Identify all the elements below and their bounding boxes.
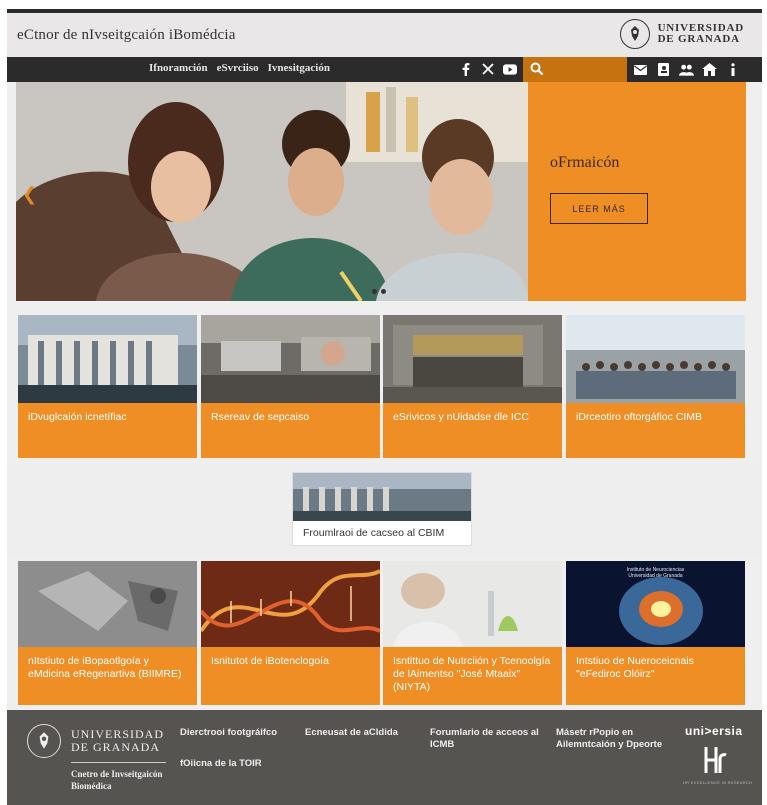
footer-link-encuesta[interactable]: Ecneusat de aCldida (305, 727, 415, 739)
card-label: Isntittuo de Nutrciión y Tcenoolgía de l… (383, 647, 562, 705)
card-image-lab (201, 315, 380, 403)
facebook-icon[interactable] (459, 61, 473, 77)
main-navbar: Ifnoramción eSvrciiso Ivnesitgación (7, 57, 762, 82)
directory-icon[interactable] (656, 62, 671, 77)
footer-link-otri[interactable]: fOiicna de la TOIR (180, 758, 290, 770)
footer-link-directorio[interactable]: Dierctrooi footgráifco (180, 727, 290, 739)
card-image-nutrition-lab (383, 561, 562, 647)
card-biotecnologia[interactable]: Isnitutot de iBotenclogoía (201, 561, 380, 705)
card-directorio-fotografico[interactable]: iDrceotiro oftorgáfioc CIMB (566, 315, 745, 458)
card-reserva-espacios[interactable]: Rsereav de sepcaiso (201, 315, 380, 458)
card-label: nItstiuto de iBopaotlgoía y eMdicina eRe… (18, 647, 197, 705)
nav-investigacion[interactable]: Ivnesitgación (268, 62, 330, 74)
card-label: Isnitutot de iBotenclogoía (201, 647, 380, 705)
universia-logo[interactable]: uni>ersia (685, 724, 743, 738)
card-inyta[interactable]: Isntittuo de Nutrciión y Tcenoolgía de l… (383, 561, 562, 705)
hero-title: oFrmaicón (550, 154, 620, 171)
footer-subtitle-line2: Biomédica (71, 781, 112, 791)
carousel-indicators (372, 289, 386, 294)
university-name-line2: DE GRANADA (657, 33, 740, 45)
youtube-icon[interactable] (503, 61, 517, 77)
hr-caption: HR EXCELLENCE IN RESEARCH (683, 780, 753, 785)
page: eCtnor de nIvseitgcaión iBomédcia UNIVER… (7, 9, 762, 805)
card-label: iDvuglcaión icnetífiac (18, 403, 197, 458)
footer-link-formulario[interactable]: Forumlario de acceos al ICMB (430, 727, 540, 751)
footer-link-master[interactable]: Másetr rPopio en Ailemntcaión y Dpeorte (556, 727, 666, 751)
footer-subtitle: Cnetro de Invseitgaicón Biomédica (71, 768, 162, 792)
card-label: Intstiuo de Nueroceicnais "eFediroc Olói… (566, 647, 745, 705)
site-title[interactable]: eCtnor de nIvseitgcaión iBomédcia (17, 27, 236, 44)
read-more-button[interactable]: LEER MÁS (550, 193, 648, 224)
university-logo[interactable]: UNIVERSIDAD DE GRANADA (619, 19, 744, 49)
hr-excellence-icon[interactable] (702, 745, 728, 780)
card-image-group-photo (566, 315, 745, 403)
search-icon[interactable] (530, 62, 544, 76)
site-footer: UNIVERSIDAD DE GRANADA Cnetro de Invseit… (7, 710, 762, 805)
footer-subtitle-line1: Cnetro de Invseitgaicón (71, 769, 163, 779)
card-label: Rsereav de sepcaiso (201, 403, 380, 458)
footer-university-line2: DE GRANADA (71, 740, 160, 754)
card-image-entrance (383, 315, 562, 403)
card-label: eSrivicos y nUidadse dle ICC (383, 403, 562, 458)
carousel-dot-1[interactable] (372, 289, 377, 294)
footer-divider (71, 762, 166, 763)
home-icon[interactable] (702, 62, 717, 77)
card-image-microscopy (18, 561, 197, 647)
card-image-caption: Instituto de Neurociencias Universidad d… (566, 567, 745, 579)
site-header: eCtnor de nIvseitgcaión iBomédcia UNIVER… (7, 13, 762, 57)
utility-icons (633, 62, 740, 77)
university-seal-icon (619, 19, 650, 49)
card-image-dna (201, 561, 380, 647)
card-ibimer[interactable]: nItstiuto de iBopaotlgoía y eMdicina eRe… (18, 561, 197, 705)
hero-panel: oFrmaicón LEER MÁS (528, 82, 746, 301)
card-image-building (18, 315, 197, 403)
nav-servicios[interactable]: eSvrciiso (217, 62, 259, 74)
footer-university-logo[interactable]: UNIVERSIDAD DE GRANADA (27, 724, 164, 758)
carousel-dot-2[interactable] (381, 289, 386, 294)
social-links (459, 61, 517, 77)
hero-photo (16, 82, 528, 301)
info-icon[interactable] (725, 62, 740, 77)
x-icon[interactable] (481, 61, 495, 77)
card-divulgacion[interactable]: iDvuglcaión icnetífiac (18, 315, 197, 458)
card-label: iDrceotiro oftorgáfioc CIMB (566, 403, 745, 458)
card-image-building-wide (293, 473, 471, 521)
card-formulario-acceso[interactable]: Froumlraoi de cacseo al CBIM (292, 472, 472, 546)
hero-carousel[interactable]: ❮ oFrmaicón LEER MÁS (16, 82, 746, 301)
card-neurociencias[interactable]: Instituto de Neurociencias Universidad d… (566, 561, 745, 705)
search-box[interactable] (523, 57, 627, 82)
card-label: Froumlraoi de cacseo al CBIM (303, 527, 445, 539)
mail-icon[interactable] (633, 62, 648, 77)
nav-informacion[interactable]: Ifnoramción (149, 62, 208, 74)
university-seal-icon (27, 724, 61, 758)
card-servicios-unidades[interactable]: eSrivicos y nUidadse dle ICC (383, 315, 562, 458)
caption-line2: Universidad de Granada (628, 573, 683, 579)
chevron-left-icon[interactable]: ❮ (22, 184, 37, 205)
nav-links: Ifnoramción eSvrciiso Ivnesitgación (149, 62, 330, 74)
users-icon[interactable] (679, 62, 694, 77)
